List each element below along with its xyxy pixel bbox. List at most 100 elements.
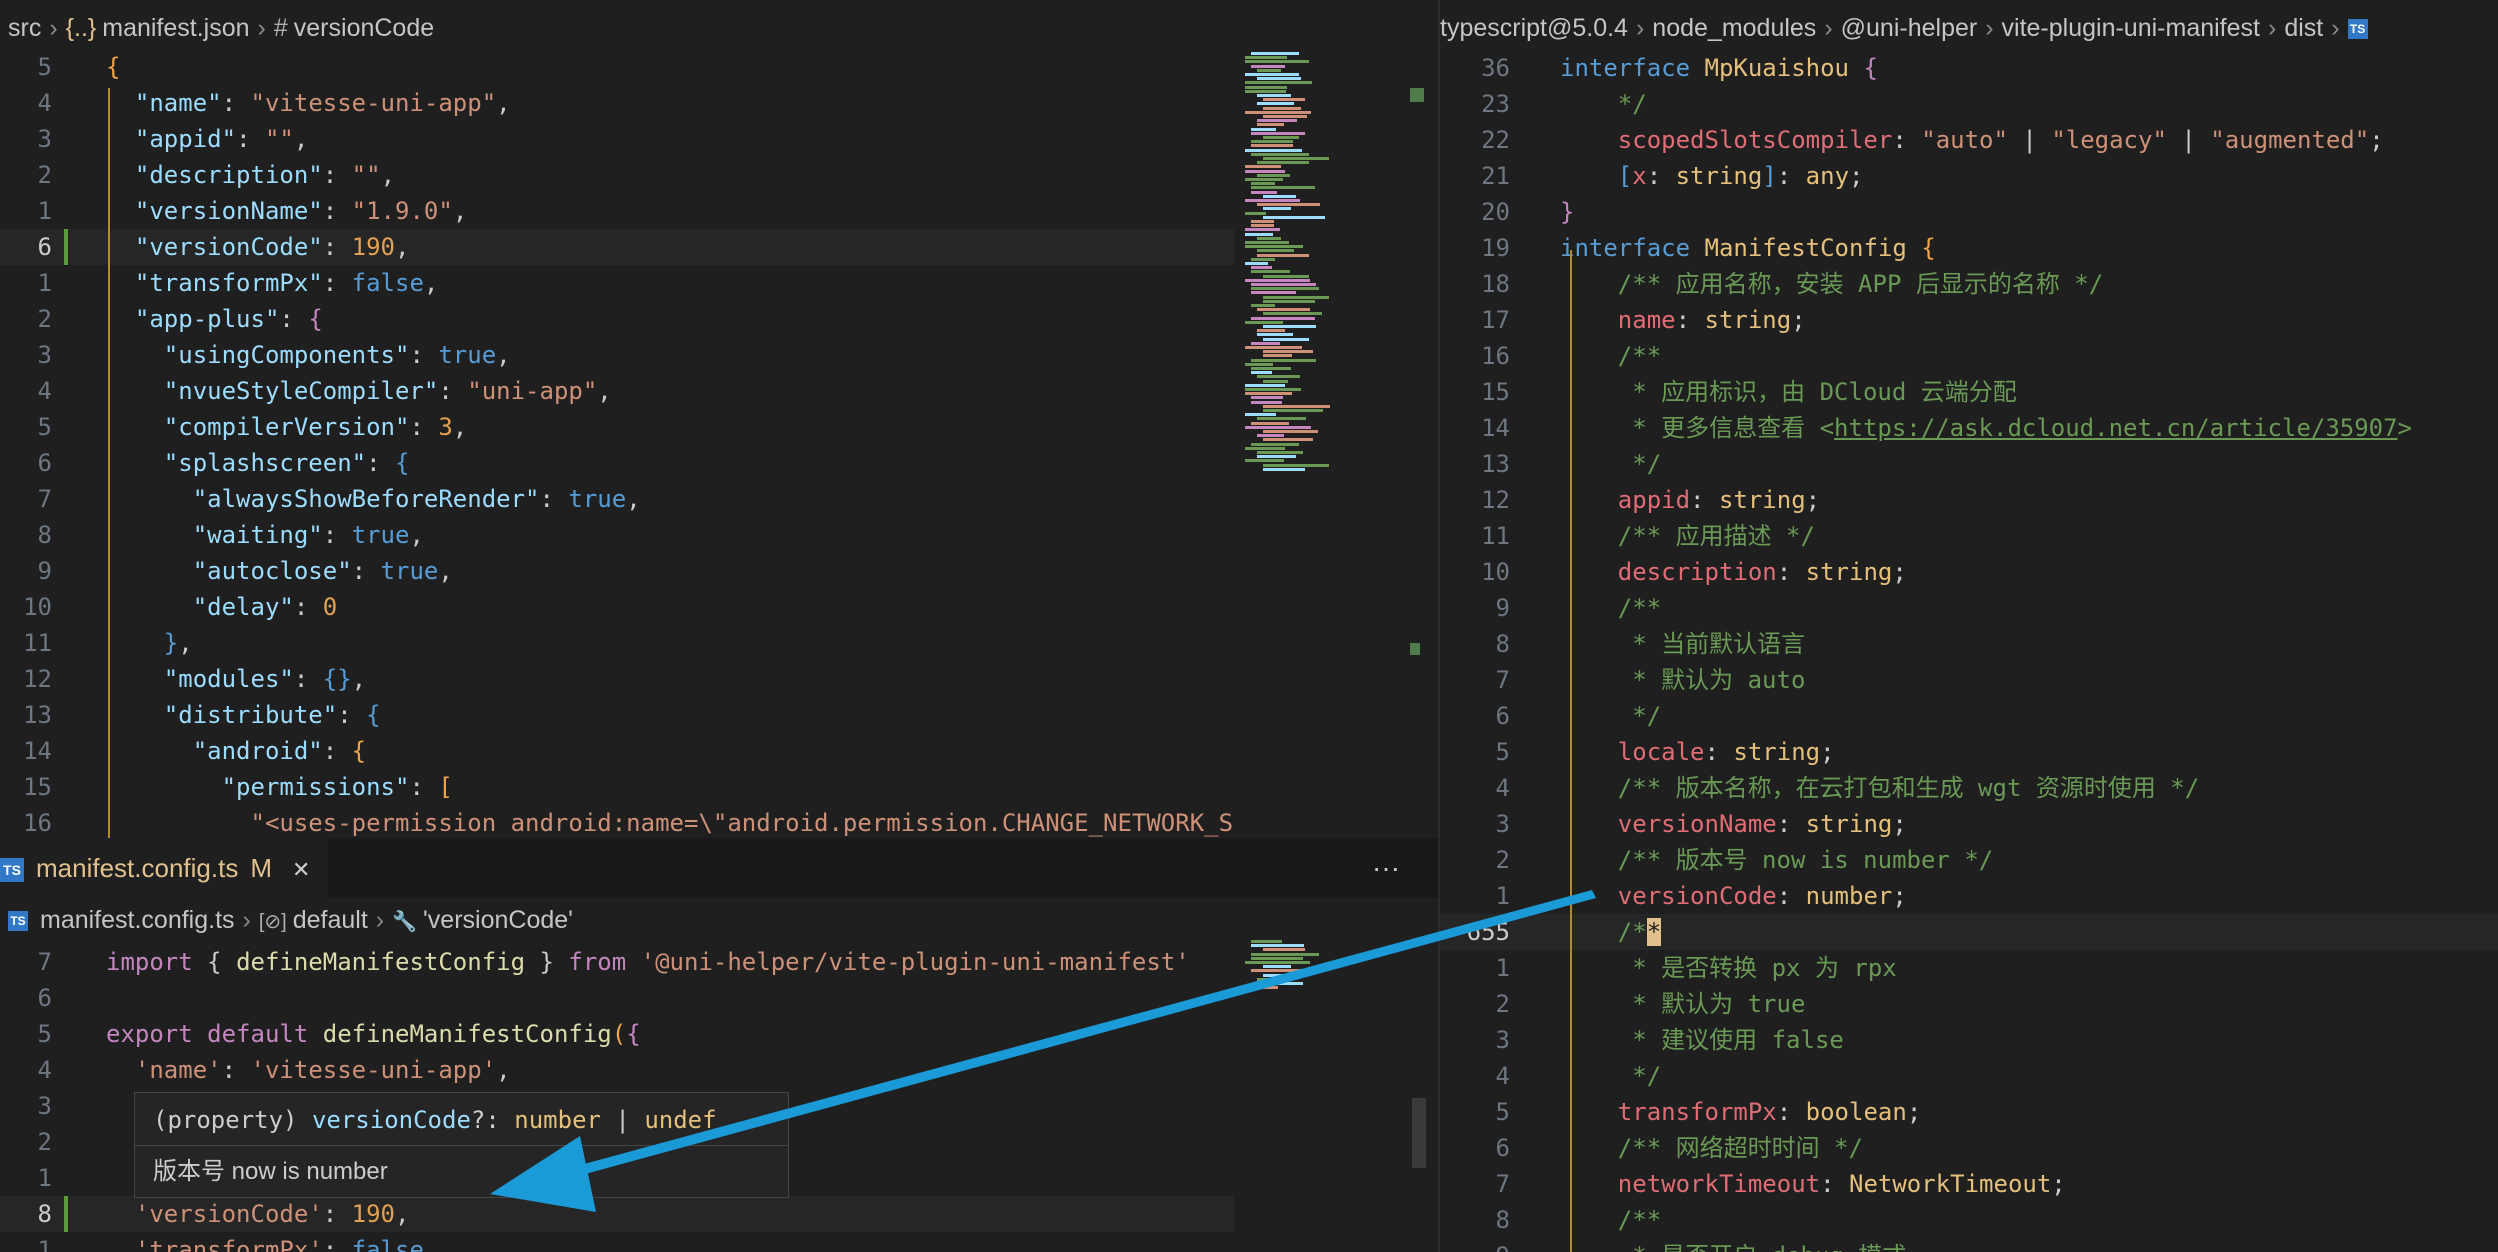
code-line[interactable]: 6 /** 网络超时时间 */ — [1440, 1130, 2498, 1166]
code-line[interactable]: 9 * 是否开启 debug 模式 — [1440, 1238, 2498, 1252]
code-line[interactable]: 20} — [1440, 194, 2498, 230]
minimap[interactable] — [1245, 52, 1425, 482]
scrollbar-thumb[interactable] — [1412, 1098, 1426, 1168]
code-line[interactable]: 5 locale: string; — [1440, 734, 2498, 770]
code-line[interactable]: 2 "description": "", — [0, 157, 1438, 193]
code-line[interactable]: 1 'transformPx': false — [0, 1232, 1438, 1252]
code-line[interactable]: 4 "nvueStyleCompiler": "uni-app", — [0, 373, 1438, 409]
code-line[interactable]: 5 export default defineManifestConfig({ — [0, 1016, 1438, 1052]
code-line[interactable]: 5 "compilerVersion": 3, — [0, 409, 1438, 445]
code-line[interactable]: 6 "versionCode": 190, — [0, 229, 1234, 265]
code-line[interactable]: 14 "android": { — [0, 733, 1438, 769]
code-line[interactable]: 655 /** — [1440, 914, 2498, 950]
code-line[interactable]: 23 */ — [1440, 86, 2498, 122]
code-line[interactable]: 5 transformPx: boolean; — [1440, 1094, 2498, 1130]
code-line[interactable]: 2 * 默认为 true — [1440, 986, 2498, 1022]
code-line[interactable]: 4 */ — [1440, 1058, 2498, 1094]
code-line[interactable]: 10 description: string; — [1440, 554, 2498, 590]
breadcrumb-symbol[interactable]: default — [293, 906, 368, 934]
code-line[interactable]: 12 appid: string; — [1440, 482, 2498, 518]
code-line[interactable]: 5{ — [0, 49, 1438, 85]
code-line[interactable]: 4 /** 版本名称，在云打包和生成 wgt 资源时使用 */ — [1440, 770, 2498, 806]
code-line[interactable]: 11 }, — [0, 625, 1438, 661]
breadcrumb-file[interactable]: manifest.config.ts — [40, 906, 235, 934]
code-line[interactable]: 1 "versionName": "1.9.0", — [0, 193, 1438, 229]
chevron-right-icon: › — [1824, 14, 1833, 42]
code-line[interactable]: 7 "alwaysShowBeforeRender": true, — [0, 481, 1438, 517]
scrollbar[interactable] — [1410, 88, 1424, 102]
code-line[interactable]: 10 "delay": 0 — [0, 589, 1438, 625]
breadcrumb-symbol[interactable]: versionCode — [294, 14, 434, 42]
code-line[interactable]: 3 versionName: string; — [1440, 806, 2498, 842]
code-line[interactable]: 1 * 是否转换 px 为 rpx — [1440, 950, 2498, 986]
code-line[interactable]: 3 * 建议使用 false — [1440, 1022, 2498, 1058]
breadcrumb-segment[interactable]: node_modules — [1652, 14, 1816, 42]
code-line[interactable]: 4 "name": "vitesse-uni-app", — [0, 85, 1438, 121]
editor-pane-manifest-config[interactable]: TS manifest.config.ts › [⊘] default › 🔧'versio… — [0, 898, 1438, 1252]
code-line[interactable]: 12 "modules": {}, — [0, 661, 1438, 697]
code-line[interactable]: 8 "waiting": true, — [0, 517, 1438, 553]
editor-pane-manifest-json[interactable]: src › {..} manifest.json › # versionCode 5{4 "… — [0, 0, 1438, 838]
code-text: /** — [1617, 594, 1662, 622]
code-line[interactable]: 18 /** 应用名称，安装 APP 后显示的名称 */ — [1440, 266, 2498, 302]
code-line[interactable]: 8 /** — [1440, 1202, 2498, 1238]
minimap-line — [1251, 316, 1316, 320]
code-line[interactable]: 8 * 当前默认语言 — [1440, 626, 2498, 662]
code-area[interactable]: 5{4 "name": "vitesse-uni-app", 3 "appid":… — [0, 49, 1438, 838]
code-line[interactable]: 2 "app-plus": { — [0, 301, 1438, 337]
code-line[interactable]: 3 "appid": "", — [0, 121, 1438, 157]
code-area[interactable]: 36 interface MpKuaishou {23 */22 scopedSl… — [1440, 50, 2498, 1252]
line-number: 1 — [37, 1164, 52, 1192]
code-line[interactable]: 36 interface MpKuaishou { — [1440, 50, 2498, 86]
breadcrumb-segment[interactable]: typescript@5.0.4 — [1440, 14, 1628, 42]
code-text: "distribute": { — [163, 701, 381, 729]
tab-label: manifest.config.ts — [36, 853, 239, 883]
minimap[interactable] — [1245, 940, 1385, 1010]
code-text: "waiting": true, — [192, 521, 424, 549]
code-line[interactable]: 17 name: string; — [1440, 302, 2498, 338]
close-icon[interactable]: ✕ — [292, 857, 310, 882]
code-line[interactable]: 2 /** 版本号 now is number */ — [1440, 842, 2498, 878]
breadcrumb-segment[interactable]: vite-plugin-uni-manifest — [2002, 14, 2260, 42]
editor-pane-types[interactable]: typescript@5.0.4 › node_modules › @uni-helpe… — [1440, 0, 2498, 1252]
breadcrumb-file[interactable]: manifest.json — [102, 14, 249, 42]
code-line[interactable]: 14 * 更多信息查看 <https://ask.dcloud.net.cn/a… — [1440, 410, 2498, 446]
breadcrumb-folder[interactable]: src — [8, 14, 41, 42]
code-line[interactable]: 8 'versionCode': 190, — [0, 1196, 1234, 1232]
breadcrumb-segment[interactable]: dist — [2284, 14, 2323, 42]
code-line[interactable]: 6 — [0, 980, 1438, 1016]
code-line[interactable]: 15 "permissions": [ — [0, 769, 1438, 805]
code-line[interactable]: 9 /** — [1440, 590, 2498, 626]
breadcrumb: src › {..} manifest.json › # versionCode — [0, 8, 1438, 48]
tooltip-signature: (property) versionCode?: number | undef — [153, 1106, 717, 1134]
minimap-line — [1257, 308, 1310, 312]
variable-icon: [⊘] — [258, 911, 287, 933]
code-text: "versionName": "1.9.0", — [134, 197, 468, 225]
code-line[interactable]: 22 scopedSlotsCompiler: "auto" | "legacy… — [1440, 122, 2498, 158]
code-line[interactable]: 1 versionCode: number; — [1440, 878, 2498, 914]
code-line[interactable]: 7 networkTimeout: NetworkTimeout; — [1440, 1166, 2498, 1202]
code-line[interactable]: 16 "<uses-permission android:name=\"andr… — [0, 805, 1438, 838]
tab-manifest-config[interactable]: TS manifest.config.ts M ✕ — [0, 838, 329, 898]
code-line[interactable]: 6 "splashscreen": { — [0, 445, 1438, 481]
code-line[interactable]: 7 * 默认为 auto — [1440, 662, 2498, 698]
code-line[interactable]: 7 import { defineManifestConfig } from '@… — [0, 944, 1438, 980]
code-line[interactable]: 4 'name': 'vitesse-uni-app', — [0, 1052, 1438, 1088]
code-line[interactable]: 13 "distribute": { — [0, 697, 1438, 733]
code-line[interactable]: 19 interface ManifestConfig { — [1440, 230, 2498, 266]
code-line[interactable]: 21 [x: string]: any; — [1440, 158, 2498, 194]
minimap-line — [1251, 283, 1317, 286]
minimap-line — [1251, 182, 1276, 186]
code-line[interactable]: 3 "usingComponents": true, — [0, 337, 1438, 373]
breadcrumb-segment[interactable]: @uni-helper — [1841, 14, 1978, 42]
code-line[interactable]: 13 */ — [1440, 446, 2498, 482]
code-line[interactable]: 9 "autoclose": true, — [0, 553, 1438, 589]
code-line[interactable]: 16 /** — [1440, 338, 2498, 374]
minimap-line — [1245, 211, 1267, 215]
more-actions-button[interactable]: ··· — [1372, 838, 1400, 898]
breadcrumb-property[interactable]: 'versionCode' — [423, 906, 573, 934]
code-line[interactable]: 1 "transformPx": false, — [0, 265, 1438, 301]
code-line[interactable]: 6 */ — [1440, 698, 2498, 734]
code-line[interactable]: 15 * 应用标识，由 DCloud 云端分配 — [1440, 374, 2498, 410]
code-line[interactable]: 11 /** 应用描述 */ — [1440, 518, 2498, 554]
